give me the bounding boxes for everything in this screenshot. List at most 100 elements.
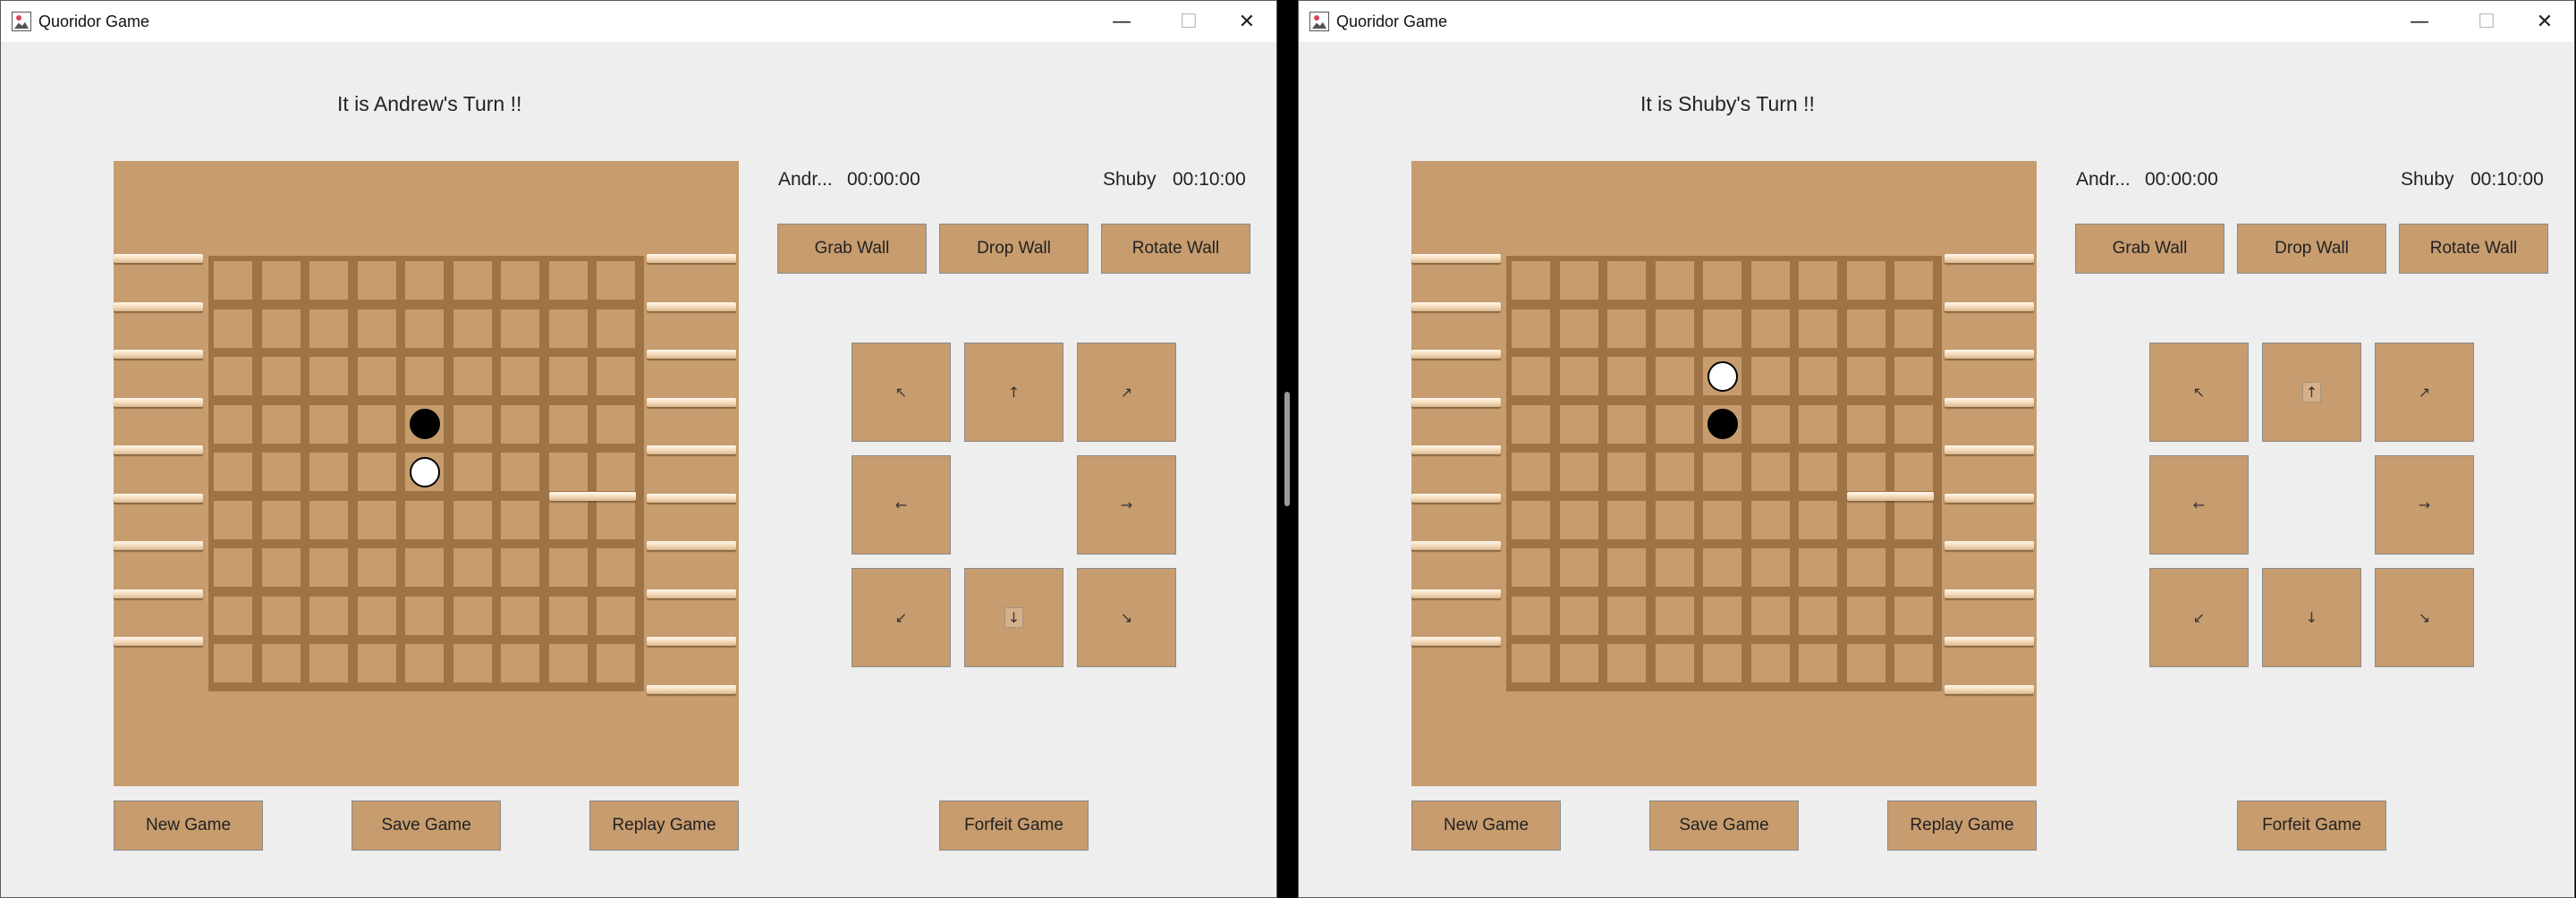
- board-cell[interactable]: [261, 644, 301, 682]
- move-left-button[interactable]: ←: [852, 455, 951, 555]
- board-cell[interactable]: [548, 261, 588, 300]
- board-cell[interactable]: [501, 309, 539, 348]
- board-cell[interactable]: [548, 309, 588, 348]
- drop-wall-button[interactable]: Drop Wall: [2237, 224, 2386, 274]
- new-game-button[interactable]: New Game: [114, 801, 263, 851]
- board-cell[interactable]: [597, 644, 635, 682]
- board-cell[interactable]: [597, 261, 635, 300]
- board-cell[interactable]: [1655, 596, 1694, 635]
- black-pawn[interactable]: [1707, 409, 1738, 439]
- stock-wall-left[interactable]: [114, 445, 203, 454]
- move-left-button[interactable]: ←: [2149, 455, 2249, 555]
- board-cell[interactable]: [1512, 261, 1550, 300]
- minimize-icon[interactable]: —: [2392, 1, 2447, 42]
- board-cell[interactable]: [357, 548, 396, 587]
- replay-game-button[interactable]: Replay Game: [1887, 801, 2037, 851]
- board-cell[interactable]: [309, 644, 348, 682]
- board-cell[interactable]: [405, 500, 444, 539]
- board-cell[interactable]: [1799, 309, 1837, 348]
- board-cell[interactable]: [1607, 357, 1646, 395]
- board-cell[interactable]: [1894, 548, 1933, 587]
- board-cell[interactable]: [1846, 596, 1885, 635]
- board-cell[interactable]: [357, 596, 396, 635]
- board-cell[interactable]: [1799, 453, 1837, 491]
- board-cell[interactable]: [1512, 309, 1550, 348]
- board-cell[interactable]: [1559, 404, 1598, 444]
- board-cell[interactable]: [1559, 261, 1598, 300]
- board-cell[interactable]: [1846, 548, 1885, 587]
- board-cell[interactable]: [405, 644, 444, 682]
- board-cell[interactable]: [1512, 644, 1550, 682]
- board-cell[interactable]: [1655, 261, 1694, 300]
- stock-wall-left[interactable]: [1411, 397, 1501, 407]
- board-cell[interactable]: [261, 357, 301, 395]
- board-cell[interactable]: [501, 596, 539, 635]
- board-cell[interactable]: [597, 309, 635, 348]
- grab-wall-button[interactable]: Grab Wall: [777, 224, 927, 274]
- stock-wall-right[interactable]: [1945, 445, 2034, 454]
- board-cell[interactable]: [1703, 548, 1741, 587]
- stock-wall-right[interactable]: [647, 254, 736, 263]
- move-down-left-button[interactable]: ↙: [852, 568, 951, 667]
- board-cell[interactable]: [1512, 357, 1550, 395]
- close-icon[interactable]: ✕: [1219, 1, 1275, 42]
- board-cell[interactable]: [1655, 453, 1694, 491]
- board-cell[interactable]: [1703, 453, 1741, 491]
- new-game-button[interactable]: New Game: [1411, 801, 1561, 851]
- board-cell[interactable]: [309, 404, 348, 444]
- board-cell[interactable]: [548, 596, 588, 635]
- board-cell[interactable]: [1846, 404, 1885, 444]
- stock-wall-left[interactable]: [114, 397, 203, 407]
- board-cell[interactable]: [1607, 548, 1646, 587]
- board-cell[interactable]: [1703, 644, 1741, 682]
- board-cell[interactable]: [1750, 644, 1790, 682]
- stock-wall-left[interactable]: [114, 589, 203, 598]
- board-cell[interactable]: [1655, 644, 1694, 682]
- board-cell[interactable]: [501, 357, 539, 395]
- board-cell[interactable]: [357, 261, 396, 300]
- board-cell[interactable]: [214, 644, 252, 682]
- board-cell[interactable]: [501, 548, 539, 587]
- move-up-right-button[interactable]: ↗: [1077, 343, 1176, 442]
- maximize-icon[interactable]: ☐: [2459, 1, 2514, 42]
- board-cell[interactable]: [261, 548, 301, 587]
- board-cell[interactable]: [1799, 404, 1837, 444]
- stock-wall-right[interactable]: [647, 589, 736, 598]
- board-cell[interactable]: [1512, 548, 1550, 587]
- board-cell[interactable]: [1846, 261, 1885, 300]
- board-cell[interactable]: [1894, 309, 1933, 348]
- board-cell[interactable]: [1703, 500, 1741, 539]
- board-cell[interactable]: [1750, 357, 1790, 395]
- board-cell[interactable]: [1607, 453, 1646, 491]
- board-cell[interactable]: [1703, 596, 1741, 635]
- board-cell[interactable]: [1559, 644, 1598, 682]
- board-cell[interactable]: [1894, 644, 1933, 682]
- board-cell[interactable]: [1655, 357, 1694, 395]
- stock-wall-left[interactable]: [1411, 541, 1501, 550]
- board-cell[interactable]: [357, 453, 396, 491]
- board-cell[interactable]: [214, 357, 252, 395]
- board-cell[interactable]: [453, 500, 492, 539]
- board-cell[interactable]: [1607, 404, 1646, 444]
- board-cell[interactable]: [1750, 596, 1790, 635]
- stock-wall-right[interactable]: [647, 493, 736, 503]
- forfeit-game-button[interactable]: Forfeit Game: [2237, 801, 2386, 851]
- board-cell[interactable]: [1894, 596, 1933, 635]
- drop-wall-button[interactable]: Drop Wall: [939, 224, 1089, 274]
- board-cell[interactable]: [214, 453, 252, 491]
- board-cell[interactable]: [1607, 596, 1646, 635]
- board-cell[interactable]: [1750, 500, 1790, 539]
- move-down-button[interactable]: ↓: [2262, 568, 2361, 667]
- board-cell[interactable]: [1799, 261, 1837, 300]
- board-cell[interactable]: [214, 261, 252, 300]
- board-cell[interactable]: [1894, 500, 1933, 539]
- stock-wall-right[interactable]: [1945, 254, 2034, 263]
- board-cell[interactable]: [1846, 309, 1885, 348]
- board-cell[interactable]: [453, 261, 492, 300]
- board-cell[interactable]: [501, 453, 539, 491]
- move-up-left-button[interactable]: ↖: [852, 343, 951, 442]
- replay-game-button[interactable]: Replay Game: [589, 801, 739, 851]
- board-cell[interactable]: [214, 404, 252, 444]
- board-cell[interactable]: [501, 261, 539, 300]
- board-cell[interactable]: [1607, 644, 1646, 682]
